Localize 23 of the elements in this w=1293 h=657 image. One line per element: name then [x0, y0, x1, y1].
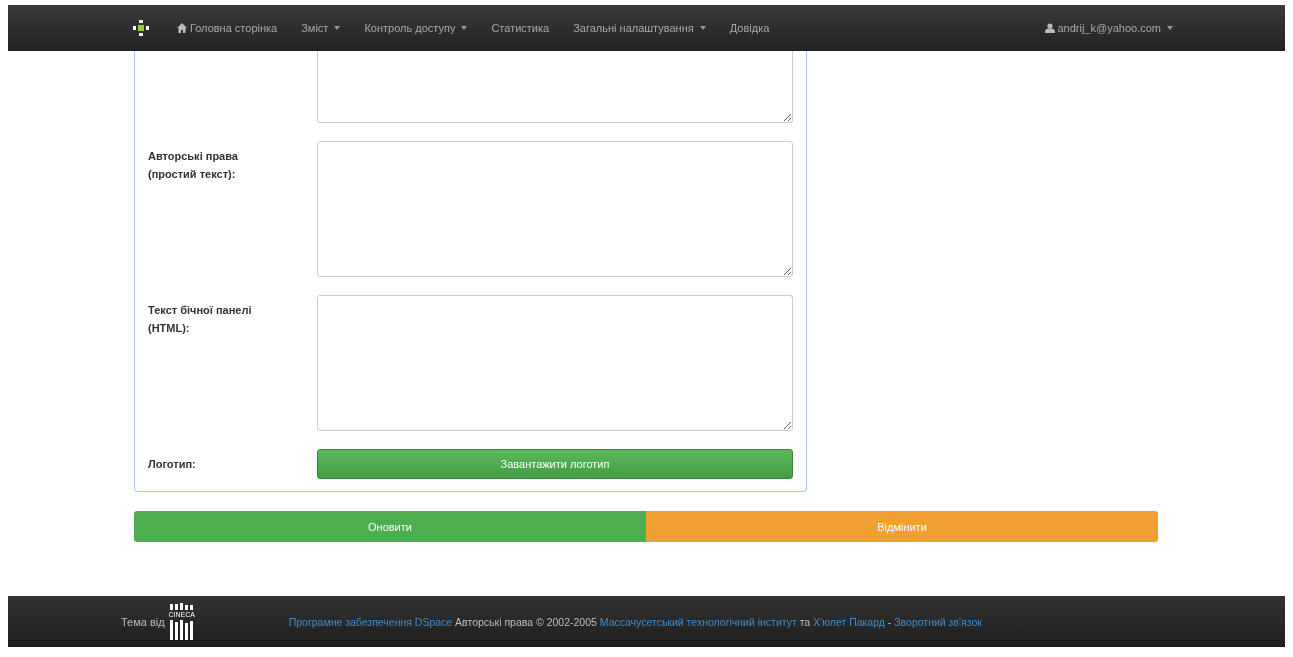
- text-area[interactable]: [317, 295, 793, 431]
- text-area[interactable]: [317, 141, 793, 277]
- logo-icon[interactable]: [133, 20, 149, 36]
- user-icon: [1044, 23, 1055, 33]
- footer-link[interactable]: Зворотний зв'язок: [894, 615, 982, 628]
- nav-link[interactable]: Довідка: [729, 22, 770, 34]
- theme-label: Тема від: [121, 615, 165, 628]
- footer-link[interactable]: Х'юлет Пакард: [813, 615, 885, 628]
- nav-link[interactable]: Головна сторінка: [177, 22, 278, 34]
- home-icon: [177, 23, 187, 33]
- nav-link[interactable]: Зміст: [301, 22, 341, 34]
- nav-link[interactable]: Загальні налаштування: [573, 22, 706, 34]
- text-area[interactable]: [317, 51, 793, 123]
- field-label: Авторські права (простий текст):: [148, 149, 239, 182]
- footer-link[interactable]: Массачусетський технологічний інститут: [599, 615, 797, 628]
- user-menu[interactable]: andrij_k@yahoo.com: [1044, 22, 1173, 34]
- nav-link[interactable]: Статистика: [491, 22, 550, 34]
- field-label: Логотип:: [148, 457, 197, 472]
- footer-text: Програмне забезпечення DSpace Авторські права © 2002-2005 Массачусетський технологічний інститут та Х'юлет Пакард - Зворотний зв'язок: [288, 615, 982, 628]
- footer-link[interactable]: Програмне забезпечення DSpace: [288, 615, 453, 628]
- field-label: Текст бічної панелі (HTML):: [148, 303, 253, 336]
- upload-button[interactable]: Завантажити логотип: [317, 449, 793, 479]
- nav-link[interactable]: Контроль доступу: [364, 22, 468, 34]
